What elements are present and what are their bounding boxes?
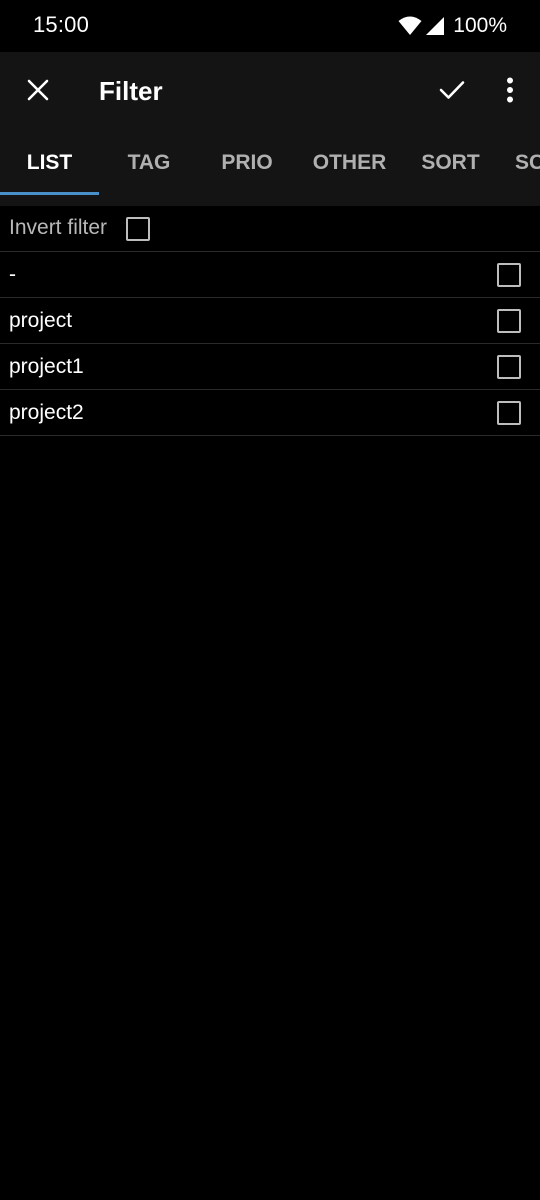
close-button[interactable] [14,68,62,116]
tab-tag[interactable]: TAG [99,132,199,194]
wifi-icon [398,16,422,36]
status-icons: 100% [398,12,507,40]
list-item-checkbox[interactable] [497,401,521,425]
invert-filter-checkbox[interactable] [126,217,150,241]
list-item[interactable]: project2 [0,390,540,436]
check-icon [439,80,465,105]
battery-level: 100% [453,14,507,37]
list-item-checkbox[interactable] [497,263,521,287]
tab-prio[interactable]: PRIO [199,132,295,194]
overflow-menu-button[interactable] [486,68,534,116]
list-item[interactable]: - [0,252,540,298]
filter-content: Invert filter - project project1 project… [0,206,540,436]
tab-sort[interactable]: SORT [404,132,497,194]
invert-filter-row[interactable]: Invert filter [0,206,540,252]
toolbar: Filter [0,52,540,132]
status-time: 15:00 [33,12,90,37]
list-item-checkbox[interactable] [497,309,521,333]
list-item-label: project [9,309,73,332]
confirm-button[interactable] [428,68,476,116]
more-vert-icon [506,77,514,108]
tab-indicator [0,192,99,195]
list-item[interactable]: project1 [0,344,540,390]
tab-other[interactable]: OTHER [295,132,404,194]
signal-icon [425,16,445,36]
close-icon [27,79,49,106]
list-item-label: - [9,263,16,286]
status-bar: 15:00 100% [0,0,540,52]
list-item-checkbox[interactable] [497,355,521,379]
app-bar: Filter LIST TAG PRIO OTHER SORT SC [0,52,540,206]
tab-bar: LIST TAG PRIO OTHER SORT SC [0,132,540,206]
tab-list[interactable]: LIST [0,132,99,194]
list-item[interactable]: project [0,298,540,344]
invert-filter-label: Invert filter [9,216,108,239]
list-item-label: project1 [9,355,84,378]
tab-sc[interactable]: SC [497,132,540,194]
list-item-label: project2 [9,401,84,424]
toolbar-title: Filter [99,76,163,106]
